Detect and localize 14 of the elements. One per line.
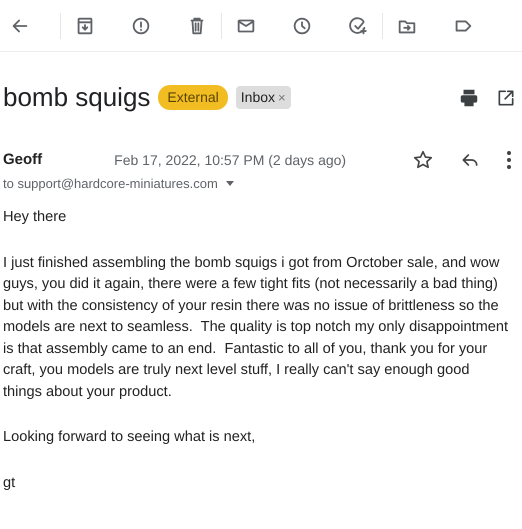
recipient-address: to support@hardcore-miniatures.com <box>3 174 218 193</box>
label-chip: External <box>158 85 228 110</box>
body-paragraph: I just finished assembling the bomb squigs i got from Orctober sale, and wow guys, you did it again, there were a few tight fits (not necessarily a bad thing) but with the consistency of your resin there was no issue of brittleness so the models are next to seamless. The quality is top notch my only disappointment is that assembly came to an end. Fantastic to all of you, thank you for your craft, you models are truly next level stuff, I really can't say enough good things about your product. <box>3 254 510 402</box>
body-paragraph: Looking forward to seeing what is next, <box>3 428 256 447</box>
check-plus-icon <box>347 14 369 36</box>
email-subject: bomb squigs <box>3 81 150 114</box>
label-chip: Inbox × <box>236 86 291 109</box>
open-in-new-window-icon[interactable] <box>496 88 516 108</box>
sender-name: Geoff <box>3 150 42 170</box>
dropdown-caret-icon[interactable] <box>226 180 234 186</box>
more-options-icon[interactable] <box>506 150 512 170</box>
message-date: Feb 17, 2022, 10:57 PM (2 days ago) <box>114 150 346 170</box>
body-paragraph: Hey there <box>3 208 68 227</box>
body-paragraph: gt <box>3 474 16 492</box>
